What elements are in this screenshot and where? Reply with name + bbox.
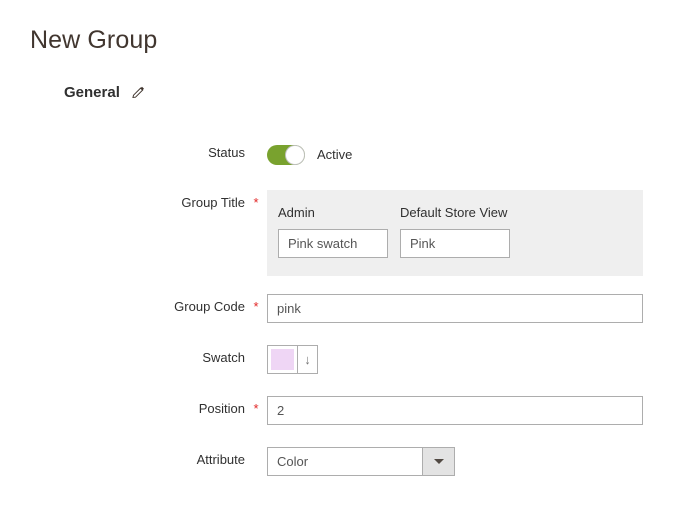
swatch-color-fill: [271, 349, 294, 370]
status-label: Status: [208, 145, 245, 160]
caret-shape: [433, 459, 444, 464]
swatch-picker-arrow-icon[interactable]: ↓: [298, 345, 318, 374]
group-title-required-marker: *: [253, 195, 259, 210]
store-column-admin: Admin: [278, 205, 388, 258]
store-label-default-store-view: Default Store View: [400, 205, 508, 220]
chevron-down-icon[interactable]: [422, 448, 454, 475]
new-group-form: Status Active Group Title * Admin Defaul…: [0, 140, 685, 476]
field-row-status: Status Active: [0, 140, 685, 169]
store-label-admin: Admin: [278, 205, 315, 220]
field-row-group-code: Group Code *: [0, 294, 685, 323]
status-state-text: Active: [317, 147, 353, 162]
status-toggle[interactable]: [267, 144, 305, 165]
group-title-admin-input[interactable]: [278, 229, 388, 258]
store-scope-panel: Admin Default Store View: [267, 190, 643, 276]
section-header-general: General: [64, 84, 146, 101]
attribute-label: Attribute: [196, 452, 245, 467]
group-code-label: Group Code: [174, 299, 245, 314]
group-title-label: Group Title: [181, 195, 245, 210]
page-title: New Group: [30, 26, 158, 54]
attribute-control: Color: [267, 447, 685, 476]
field-row-position: Position *: [0, 396, 685, 425]
field-row-attribute: Attribute Color: [0, 447, 685, 476]
attribute-selected-value: Color: [277, 454, 309, 469]
group-title-control: Admin Default Store View: [267, 190, 685, 276]
status-control: Active: [267, 140, 685, 169]
toggle-knob: [286, 145, 304, 164]
swatch-color-preview[interactable]: [267, 345, 298, 374]
position-control: [267, 396, 685, 425]
group-code-required-marker: *: [253, 299, 259, 314]
swatch-control: ↓: [267, 345, 685, 374]
field-row-group-title: Group Title * Admin Default Store View: [0, 190, 685, 276]
position-required-marker: *: [253, 401, 259, 416]
position-input[interactable]: [267, 396, 643, 425]
field-row-swatch: Swatch ↓: [0, 345, 685, 374]
group-title-default-store-view-input[interactable]: [400, 229, 510, 258]
attribute-select[interactable]: Color: [267, 447, 455, 476]
swatch-label: Swatch: [202, 350, 245, 365]
position-label: Position: [198, 401, 245, 416]
pencil-icon[interactable]: [130, 85, 146, 101]
swatch-no-required-marker: [245, 345, 267, 351]
group-code-input[interactable]: [267, 294, 643, 323]
group-code-control: [267, 294, 685, 323]
attribute-no-required-marker: [245, 447, 267, 453]
section-title: General: [64, 84, 120, 101]
status-no-required-marker: [245, 140, 267, 146]
store-column-default-store-view: Default Store View: [400, 205, 510, 258]
